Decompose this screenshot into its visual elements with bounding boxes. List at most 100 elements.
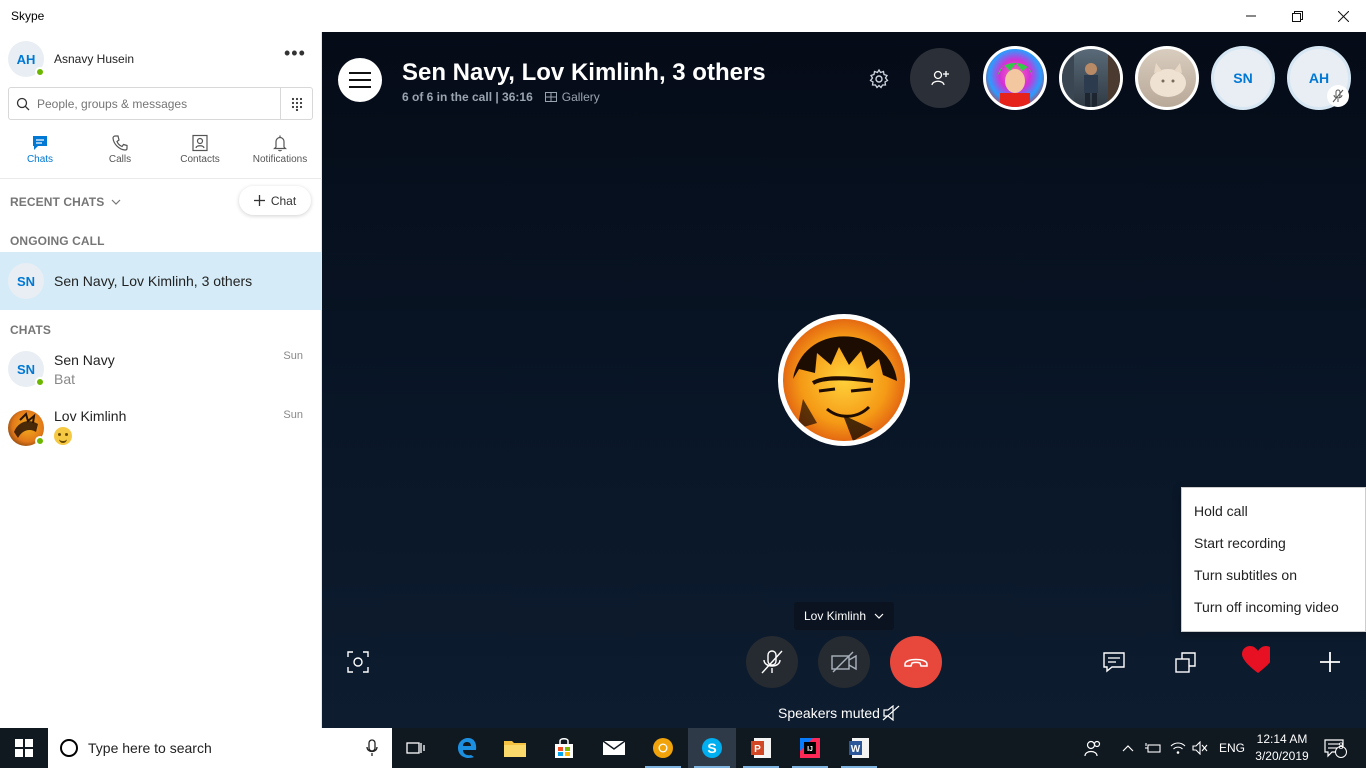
snapshot-button[interactable] — [344, 648, 372, 676]
call-status: 6 of 6 in the call | 36:16 — [402, 90, 533, 104]
intellij-app-button[interactable]: IJ — [786, 728, 834, 768]
participant-avatar[interactable] — [983, 46, 1047, 110]
people-icon — [1084, 740, 1101, 757]
sidebar: AH Asnavy Husein ••• Chats Calls — [0, 32, 322, 728]
recent-chats-label: RECENT CHATS — [10, 195, 105, 209]
network-button[interactable] — [1170, 728, 1186, 768]
chrome-canary-icon — [653, 738, 673, 758]
chat-time: Sun — [283, 409, 303, 421]
word-app-button[interactable]: W — [835, 728, 883, 768]
file-explorer-button[interactable] — [491, 728, 539, 768]
taskbar-search[interactable]: Type here to search — [48, 728, 392, 768]
profile-avatar[interactable]: AH — [8, 41, 45, 77]
input-language-button[interactable]: ENG — [1219, 728, 1245, 768]
svg-text:W: W — [851, 744, 861, 755]
smile-emoji-icon — [54, 427, 72, 445]
add-participant-button[interactable] — [910, 48, 970, 108]
show-hidden-icons-button[interactable] — [1122, 728, 1134, 768]
wifi-icon — [1170, 742, 1186, 754]
call-status-line: 6 of 6 in the call | 36:16 Gallery — [402, 90, 600, 104]
menu-item-hold-call[interactable]: Hold call — [1182, 495, 1365, 527]
recent-chats-dropdown[interactable]: RECENT CHATS — [10, 195, 121, 209]
speaker-selector[interactable]: Lov Kimlinh — [794, 602, 895, 630]
anime-avatar-image — [793, 336, 897, 441]
intellij-icon: IJ — [800, 738, 820, 758]
profile[interactable]: AH Asnavy Husein — [8, 41, 134, 77]
mail-app-button[interactable] — [590, 728, 638, 768]
participant-avatar[interactable] — [1135, 46, 1199, 110]
restore-button[interactable] — [1274, 0, 1320, 32]
tab-notifications[interactable]: Notifications — [240, 132, 320, 172]
plus-icon — [1320, 652, 1340, 672]
view-mode-label[interactable]: Gallery — [562, 90, 600, 104]
participant-avatar[interactable]: SN — [1211, 46, 1275, 110]
start-button[interactable] — [0, 728, 48, 768]
colorful-hair-avatar-image — [998, 63, 1032, 107]
gear-icon — [869, 68, 889, 89]
tab-chats[interactable]: Chats — [0, 132, 80, 172]
more-options-icon[interactable]: ••• — [284, 44, 306, 62]
store-app-button[interactable] — [540, 728, 588, 768]
close-icon — [1337, 10, 1349, 22]
menu-item-turn-subtitles-on[interactable]: Turn subtitles on — [1182, 559, 1365, 591]
restore-icon — [1291, 10, 1303, 22]
speakers-muted-status: Speakers muted — [778, 705, 900, 721]
tab-contacts[interactable]: Contacts — [160, 132, 240, 172]
avatar: SN — [8, 263, 44, 299]
speaker-name: Lov Kimlinh — [804, 609, 867, 623]
ongoing-call-item[interactable]: SN Sen Navy, Lov Kimlinh, 3 others — [0, 252, 321, 310]
edge-app-button[interactable] — [443, 728, 491, 768]
microphone-icon[interactable] — [366, 739, 378, 762]
clock[interactable]: 12:14 AM 3/20/2019 — [1250, 731, 1314, 765]
dialpad-icon[interactable] — [280, 88, 312, 119]
edge-icon — [458, 738, 477, 758]
mute-mic-button[interactable] — [746, 636, 798, 688]
folder-icon — [504, 741, 526, 757]
participant-avatar[interactable] — [1059, 46, 1123, 110]
cortana-icon — [60, 739, 78, 757]
tab-calls-label: Calls — [108, 154, 132, 165]
share-screen-button[interactable] — [1172, 648, 1200, 676]
list-item[interactable]: SN Sen Navy Bat Sun — [0, 340, 321, 398]
chrome-canary-button[interactable] — [639, 728, 687, 768]
more-options-button[interactable] — [1316, 648, 1344, 676]
new-chat-button[interactable]: Chat — [239, 186, 311, 215]
list-item[interactable]: Lov Kimlinh Sun — [0, 399, 321, 457]
search-box[interactable] — [8, 87, 313, 120]
chat-preview-emoji — [54, 427, 126, 448]
active-speaker-avatar — [778, 314, 910, 446]
avatar-initials: SN — [16, 361, 36, 377]
powerpoint-app-button[interactable]: P — [737, 728, 785, 768]
speakers-muted-label: Speakers muted — [778, 705, 880, 721]
video-toggle-button[interactable] — [818, 636, 870, 688]
settings-button[interactable] — [868, 68, 892, 92]
chevron-down-icon — [111, 199, 121, 205]
task-view-button[interactable] — [392, 728, 440, 768]
action-center-button[interactable]: 8 — [1324, 728, 1348, 768]
close-button[interactable] — [1320, 0, 1366, 32]
tab-notifications-label: Notifications — [252, 154, 308, 165]
chevron-down-icon — [874, 613, 884, 619]
volume-button[interactable] — [1192, 728, 1208, 768]
svg-text:S: S — [707, 740, 716, 756]
people-button[interactable] — [1084, 728, 1102, 768]
chat-panel-button[interactable] — [1100, 648, 1128, 676]
call-menu-button[interactable] — [338, 58, 382, 102]
mic-off-icon — [761, 650, 783, 674]
menu-item-start-recording[interactable]: Start recording — [1182, 527, 1365, 559]
skype-icon: S — [702, 738, 722, 758]
skype-app-button[interactable]: S — [688, 728, 736, 768]
participant-initials: SN — [1233, 70, 1253, 86]
menu-item-turn-off-incoming-video[interactable]: Turn off incoming video — [1182, 591, 1365, 623]
tab-calls[interactable]: Calls — [80, 132, 160, 172]
taskbar-search-placeholder: Type here to search — [88, 740, 212, 756]
hang-up-button[interactable] — [890, 636, 942, 688]
battery-button[interactable] — [1145, 728, 1161, 768]
chevron-up-icon — [1122, 745, 1134, 752]
reaction-heart-button[interactable] — [1242, 646, 1270, 674]
store-icon — [555, 738, 573, 758]
search-input[interactable] — [37, 96, 277, 111]
nav-tabs: Chats Calls Contacts Notifications — [0, 132, 322, 172]
minimize-button[interactable] — [1228, 0, 1274, 32]
camera-snapshot-icon — [347, 651, 369, 673]
